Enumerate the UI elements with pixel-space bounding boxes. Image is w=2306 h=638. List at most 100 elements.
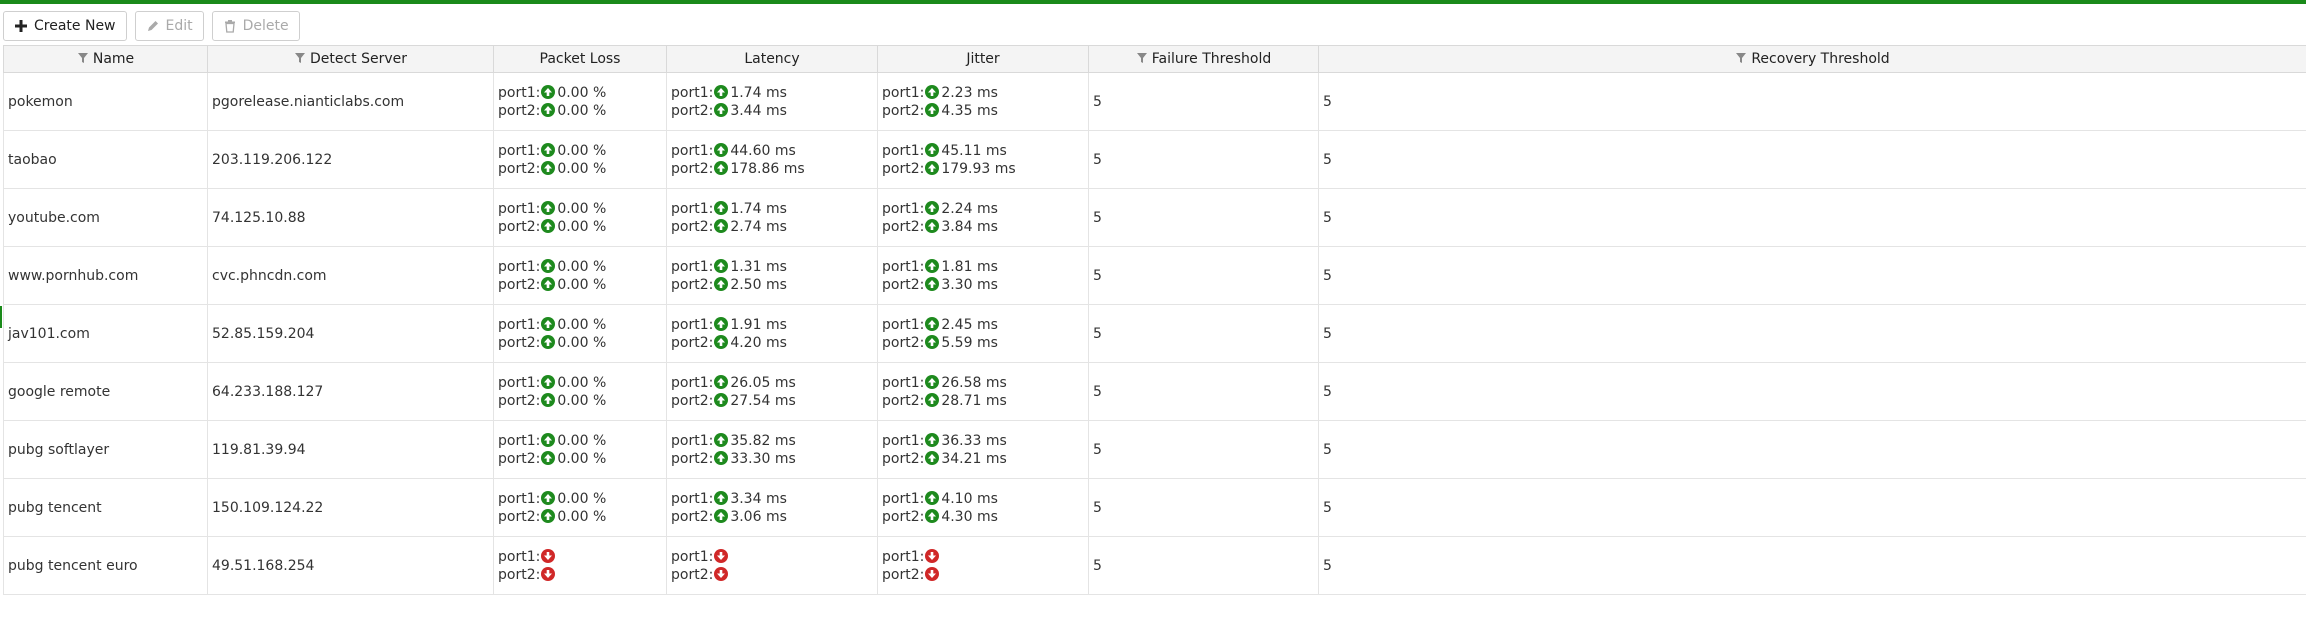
packet-loss-port-line: port2: 0.00 % bbox=[498, 334, 666, 352]
arrow-down-circle-icon bbox=[714, 548, 729, 563]
latency-cell: port1: 44.60 ms port2: 178.86 ms bbox=[666, 130, 878, 189]
port-label: port1: bbox=[671, 142, 714, 159]
port-label: port2: bbox=[671, 508, 714, 525]
port-label: port1: bbox=[882, 490, 925, 507]
table-row[interactable]: pubg softlayer 119.81.39.94 port1: 0.00 % po… bbox=[3, 420, 2306, 479]
arrow-up-circle-icon bbox=[541, 84, 556, 99]
packet-loss-cell: port1: 0.00 % port2: 0.00 % bbox=[493, 362, 667, 421]
recovery-threshold-cell: 5 bbox=[1318, 478, 2306, 537]
port-label: port2: bbox=[498, 334, 541, 351]
metric-value: 0.00 % bbox=[557, 218, 607, 235]
column-header-latency[interactable]: Latency bbox=[666, 45, 878, 73]
port-label: port1: bbox=[882, 258, 925, 275]
arrow-down-circle-icon bbox=[714, 566, 729, 581]
filter-icon[interactable] bbox=[77, 52, 89, 64]
metric-value: 179.93 ms bbox=[941, 160, 1016, 177]
column-header-jitter[interactable]: Jitter bbox=[877, 45, 1089, 73]
create-new-label: Create New bbox=[34, 18, 116, 34]
metric-value: 44.60 ms bbox=[730, 142, 796, 159]
jitter-port-line: port2: 4.30 ms bbox=[882, 508, 1088, 526]
port-label: port1: bbox=[498, 374, 541, 391]
port-label: port1: bbox=[671, 432, 714, 449]
table-row[interactable]: pubg tencent euro 49.51.168.254 port1: port… bbox=[3, 536, 2306, 595]
arrow-up-circle-icon bbox=[925, 490, 940, 505]
arrow-up-circle-icon bbox=[541, 276, 556, 291]
port-label: port2: bbox=[882, 102, 925, 119]
edit-label: Edit bbox=[165, 18, 193, 34]
port-label: port2: bbox=[671, 450, 714, 467]
packet-loss-port-line: port1: 0.00 % bbox=[498, 374, 666, 392]
port-label: port1: bbox=[882, 84, 925, 101]
jitter-port-line: port2: 5.59 ms bbox=[882, 334, 1088, 352]
latency-cell: port1: 1.74 ms port2: 3.44 ms bbox=[666, 72, 878, 131]
name-cell: youtube.com bbox=[3, 188, 208, 247]
column-header-failure-threshold[interactable]: Failure Threshold bbox=[1088, 45, 1319, 73]
arrow-up-circle-icon bbox=[541, 392, 556, 407]
port-label: port2: bbox=[671, 392, 714, 409]
port-label: port1: bbox=[498, 432, 541, 449]
column-header-name[interactable]: Name bbox=[3, 45, 208, 73]
arrow-up-circle-icon bbox=[925, 276, 940, 291]
create-new-button[interactable]: Create New bbox=[3, 11, 127, 41]
latency-port-line: port1: 3.34 ms bbox=[671, 490, 877, 508]
packet-loss-port-line: port2: 0.00 % bbox=[498, 102, 666, 120]
column-header-recovery-threshold[interactable]: Recovery Threshold bbox=[1318, 45, 2306, 73]
metric-value: 0.00 % bbox=[557, 392, 607, 409]
table-row[interactable]: www.pornhub.com cvc.phncdn.com port1: 0.00 … bbox=[3, 246, 2306, 305]
name-cell: www.pornhub.com bbox=[3, 246, 208, 305]
port-label: port1: bbox=[498, 258, 541, 275]
port-label: port1: bbox=[671, 200, 714, 217]
delete-button[interactable]: Delete bbox=[211, 11, 300, 41]
table-row[interactable]: youtube.com 74.125.10.88 port1: 0.00 % port2… bbox=[3, 188, 2306, 247]
metric-value: 35.82 ms bbox=[730, 432, 796, 449]
port-label: port2: bbox=[498, 566, 541, 583]
arrow-down-circle-icon bbox=[925, 548, 940, 563]
packet-loss-cell: port1: 0.00 % port2: 0.00 % bbox=[493, 72, 667, 131]
table-row[interactable]: pubg tencent 150.109.124.22 port1: 0.00 % po… bbox=[3, 478, 2306, 537]
arrow-up-circle-icon bbox=[541, 374, 556, 389]
arrow-up-circle-icon bbox=[541, 334, 556, 349]
arrow-up-circle-icon bbox=[714, 316, 729, 331]
port-label: port2: bbox=[882, 218, 925, 235]
trash-icon bbox=[224, 20, 235, 33]
column-header-packet-loss[interactable]: Packet Loss bbox=[493, 45, 667, 73]
jitter-port-line: port2: 34.21 ms bbox=[882, 450, 1088, 468]
port-label: port1: bbox=[882, 142, 925, 159]
latency-port-line: port1: 44.60 ms bbox=[671, 142, 877, 160]
table-row[interactable]: google remote 64.233.188.127 port1: 0.00 % p… bbox=[3, 362, 2306, 421]
name-cell: pubg tencent euro bbox=[3, 536, 208, 595]
port-label: port2: bbox=[498, 102, 541, 119]
name-cell: pubg softlayer bbox=[3, 420, 208, 479]
table-row[interactable]: jav101.com 52.85.159.204 port1: 0.00 % port2… bbox=[3, 304, 2306, 363]
detect-server-cell: 119.81.39.94 bbox=[207, 420, 494, 479]
port-label: port2: bbox=[498, 508, 541, 525]
filter-icon[interactable] bbox=[1136, 52, 1148, 64]
filter-icon[interactable] bbox=[1735, 52, 1747, 64]
detect-server-cell: pgorelease.nianticlabs.com bbox=[207, 72, 494, 131]
table-header-row: Name Detect Server Packet Loss Latency J… bbox=[3, 45, 2306, 73]
arrow-up-circle-icon bbox=[541, 316, 556, 331]
failure-threshold-cell: 5 bbox=[1088, 420, 1319, 479]
table-row[interactable]: taobao 203.119.206.122 port1: 0.00 % port2: 0… bbox=[3, 130, 2306, 189]
metric-value: 0.00 % bbox=[557, 490, 607, 507]
port-label: port2: bbox=[498, 450, 541, 467]
port-label: port2: bbox=[882, 508, 925, 525]
failure-threshold-cell: 5 bbox=[1088, 246, 1319, 305]
packet-loss-port-line: port1: 0.00 % bbox=[498, 258, 666, 276]
metric-value: 1.81 ms bbox=[941, 258, 998, 275]
arrow-up-circle-icon bbox=[714, 142, 729, 157]
jitter-cell: port1: 4.10 ms port2: 4.30 ms bbox=[877, 478, 1089, 537]
latency-cell: port1: 1.31 ms port2: 2.50 ms bbox=[666, 246, 878, 305]
row-focus-marker bbox=[0, 306, 2, 328]
table-row[interactable]: pokemon pgorelease.nianticlabs.com port1: 0… bbox=[3, 72, 2306, 131]
arrow-up-circle-icon bbox=[714, 374, 729, 389]
arrow-up-circle-icon bbox=[925, 84, 940, 99]
metric-value: 3.44 ms bbox=[730, 102, 787, 119]
edit-button[interactable]: Edit bbox=[134, 11, 204, 41]
filter-icon[interactable] bbox=[294, 52, 306, 64]
latency-port-line: port1: 35.82 ms bbox=[671, 432, 877, 450]
jitter-port-line: port1: 4.10 ms bbox=[882, 490, 1088, 508]
column-header-detect-server[interactable]: Detect Server bbox=[207, 45, 494, 73]
port-label: port2: bbox=[671, 218, 714, 235]
latency-port-line: port1: 1.91 ms bbox=[671, 316, 877, 334]
